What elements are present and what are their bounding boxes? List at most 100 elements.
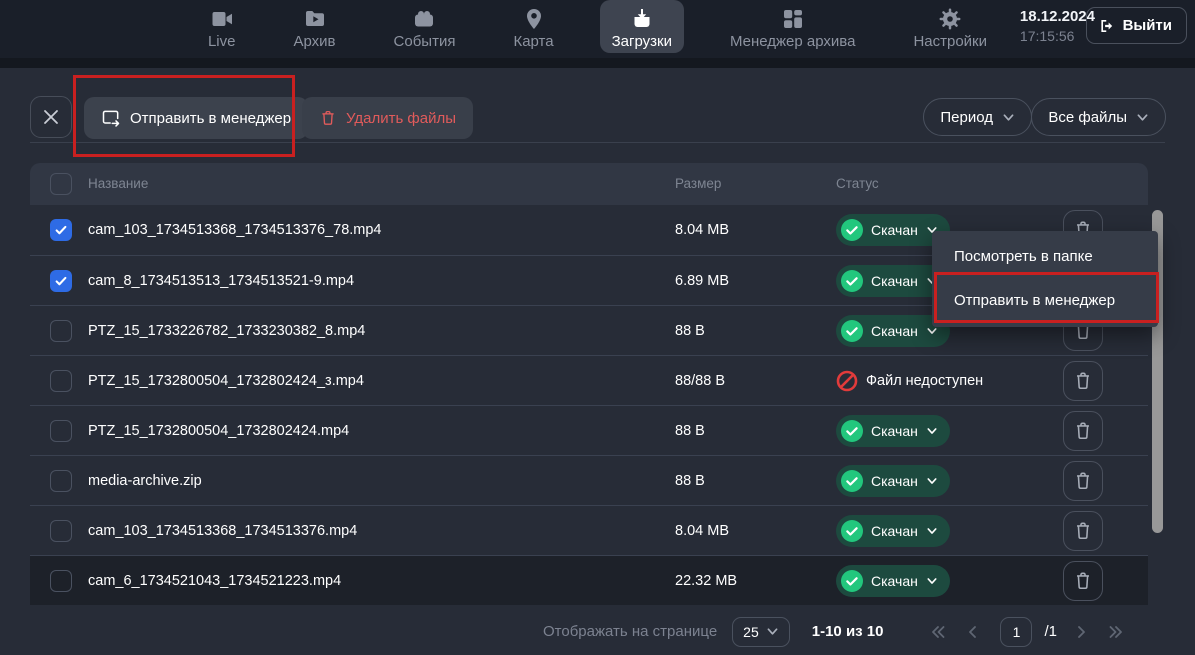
row-checkbox[interactable] xyxy=(50,270,72,292)
delete-row-button[interactable] xyxy=(1063,411,1103,451)
file-size: 22.32 MB xyxy=(675,556,737,606)
chevron-down-icon xyxy=(926,526,938,536)
delete-row-button[interactable] xyxy=(1063,361,1103,401)
context-menu-item-open-folder[interactable]: Посмотреть в папке xyxy=(932,235,1158,279)
period-label: Период xyxy=(940,109,993,126)
context-menu-item-send-to-manager[interactable]: Отправить в менеджер xyxy=(932,279,1158,323)
page-total: /1 xyxy=(1044,623,1057,640)
table-row[interactable]: PTZ_15_1732800504_1732802424_з.mp4 88/88… xyxy=(30,355,1148,405)
chevron-right-icon xyxy=(1073,624,1089,640)
send-to-manager-button[interactable]: Отправить в менеджер xyxy=(84,97,308,139)
file-size: 6.89 MB xyxy=(675,256,729,306)
row-checkbox[interactable] xyxy=(50,520,72,542)
table-row[interactable]: PTZ_15_1732800504_1732802424.mp4 88 B Ск… xyxy=(30,405,1148,455)
nav-label: Загрузки xyxy=(612,33,672,50)
first-page-button[interactable] xyxy=(925,619,951,645)
period-filter-dropdown[interactable]: Период xyxy=(923,98,1032,136)
status-cell: Скачан xyxy=(836,415,950,447)
range-label: 1-10 из 10 xyxy=(812,623,884,640)
status-label: Скачан xyxy=(871,423,918,439)
chevron-down-icon xyxy=(926,326,938,336)
logout-button[interactable]: Выйти xyxy=(1086,7,1187,44)
nav-item-live[interactable]: Live xyxy=(196,0,248,53)
datetime: 18.12.2024 17:15:56 xyxy=(1020,7,1095,46)
nav-label: Архив xyxy=(294,33,336,50)
table-header: Название Размер Статус xyxy=(30,163,1148,205)
nav-item-map[interactable]: Карта xyxy=(501,0,565,53)
delete-row-button[interactable] xyxy=(1063,511,1103,551)
status-badge[interactable]: Скачан xyxy=(836,515,950,547)
nav-item-events[interactable]: События xyxy=(382,0,468,53)
trash-icon xyxy=(1072,470,1094,492)
current-date: 18.12.2024 xyxy=(1020,7,1095,27)
downloads-icon xyxy=(629,7,655,31)
status-cell: Скачан xyxy=(836,465,950,497)
table-row[interactable]: media-archive.zip 88 B Скачан xyxy=(30,455,1148,505)
trash-icon xyxy=(1072,420,1094,442)
status-label: Скачан xyxy=(871,573,918,589)
nav-item-archive-manager[interactable]: Менеджер архива xyxy=(718,0,867,53)
trash-icon xyxy=(1072,370,1094,392)
nav-label: События xyxy=(394,33,456,50)
check-circle-icon xyxy=(841,320,863,342)
chevron-down-icon xyxy=(926,476,938,486)
row-checkbox[interactable] xyxy=(50,570,72,592)
chevron-down-icon xyxy=(1136,112,1149,123)
table-row[interactable]: cam_6_1734521043_1734521223.mp4 22.32 MB… xyxy=(30,555,1148,605)
current-time: 17:15:56 xyxy=(1020,27,1095,46)
next-page-button[interactable] xyxy=(1068,619,1094,645)
file-size: 88 B xyxy=(675,306,705,356)
status-label: Скачан xyxy=(871,323,918,339)
status-badge[interactable]: Скачан xyxy=(836,565,950,597)
current-page-input[interactable]: 1 xyxy=(1000,617,1032,647)
status-badge[interactable]: Скачан xyxy=(836,415,950,447)
all-files-label: Все файлы xyxy=(1048,109,1127,126)
row-checkbox[interactable] xyxy=(50,219,72,241)
delete-files-button[interactable]: Удалить файлы xyxy=(302,97,473,139)
file-type-filter-dropdown[interactable]: Все файлы xyxy=(1031,98,1166,136)
check-icon xyxy=(54,274,68,288)
status-badge[interactable]: Скачан xyxy=(836,465,950,497)
archive-folder-icon xyxy=(302,7,328,31)
chevron-down-icon xyxy=(926,576,938,586)
file-name: media-archive.zip xyxy=(88,456,202,506)
file-name: cam_8_1734513513_1734513521-9.mp4 xyxy=(88,256,354,306)
double-chevron-left-icon xyxy=(930,624,946,640)
row-checkbox[interactable] xyxy=(50,370,72,392)
column-size: Размер xyxy=(675,163,721,205)
video-camera-icon xyxy=(209,7,235,31)
nav-item-settings[interactable]: Настройки xyxy=(901,0,999,53)
trash-icon xyxy=(1072,570,1094,592)
select-all-checkbox[interactable] xyxy=(50,173,72,195)
status-unavailable: Файл недоступен xyxy=(836,365,983,397)
nav-label: Карта xyxy=(513,33,553,50)
per-page-value: 25 xyxy=(743,624,759,640)
blocked-icon xyxy=(836,370,858,392)
downloads-table: Название Размер Статус cam_103_173451336… xyxy=(30,163,1148,605)
context-menu: Посмотреть в папке Отправить в менеджер xyxy=(932,231,1158,327)
last-page-button[interactable] xyxy=(1103,619,1129,645)
double-chevron-right-icon xyxy=(1108,624,1124,640)
row-checkbox[interactable] xyxy=(50,320,72,342)
file-name: PTZ_15_1732800504_1732802424.mp4 xyxy=(88,406,349,456)
nav-item-archive[interactable]: Архив xyxy=(282,0,348,53)
nav-label: Настройки xyxy=(913,33,987,50)
prev-page-button[interactable] xyxy=(960,619,986,645)
chevron-down-icon xyxy=(1002,112,1015,123)
settings-gear-icon xyxy=(937,7,963,31)
status-label: Файл недоступен xyxy=(866,373,983,389)
row-checkbox[interactable] xyxy=(50,420,72,442)
delete-row-button[interactable] xyxy=(1063,561,1103,601)
nav-shadow xyxy=(0,58,1195,68)
per-page-dropdown[interactable]: 25 xyxy=(732,617,790,647)
nav-items: Live Архив События Карта Загрузки Менедж… xyxy=(0,0,1195,58)
top-nav-bar: Live Архив События Карта Загрузки Менедж… xyxy=(0,0,1195,58)
nav-item-downloads[interactable]: Загрузки xyxy=(600,0,684,53)
table-row[interactable]: cam_103_1734513368_1734513376.mp4 8.04 M… xyxy=(30,505,1148,555)
logout-icon xyxy=(1098,17,1116,35)
check-circle-icon xyxy=(841,219,863,241)
delete-row-button[interactable] xyxy=(1063,461,1103,501)
row-checkbox[interactable] xyxy=(50,470,72,492)
clear-selection-button[interactable] xyxy=(30,96,72,138)
per-page-label: Отображать на странице xyxy=(543,623,717,640)
